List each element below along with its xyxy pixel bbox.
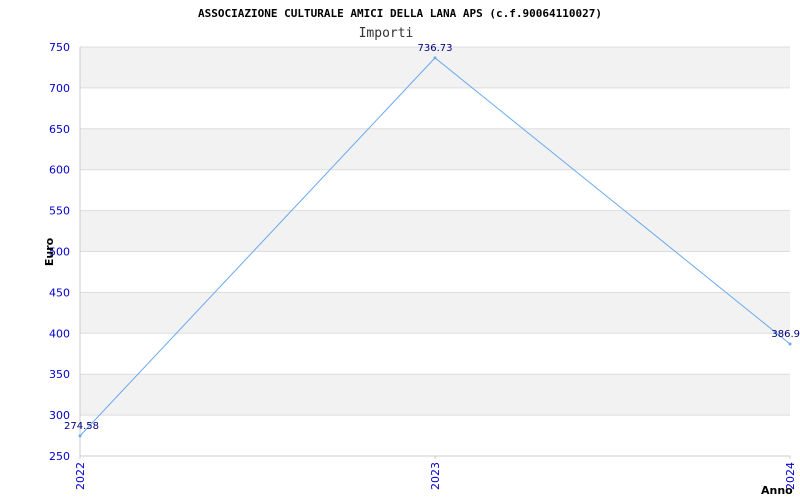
y-tick-label: 650 — [49, 123, 70, 136]
x-tick-label: 2022 — [74, 462, 87, 490]
x-axis-label: Anno — [761, 484, 793, 497]
y-tick-label: 400 — [49, 327, 70, 340]
x-tick-labels: 2022 2023 2024 — [74, 462, 797, 490]
data-label: 274.58 — [64, 421, 99, 432]
y-tick-label: 350 — [49, 368, 70, 381]
plot-band — [80, 292, 790, 334]
data-point — [788, 342, 792, 346]
data-point — [433, 56, 437, 60]
x-tick-label: 2023 — [429, 462, 442, 490]
plot-band — [80, 210, 790, 252]
plot-bands — [80, 47, 790, 416]
y-tick-label: 250 — [49, 450, 70, 463]
chart-title: ASSOCIAZIONE CULTURALE AMICI DELLA LANA … — [198, 7, 602, 20]
y-tick-label: 600 — [49, 164, 70, 177]
data-point — [78, 434, 82, 438]
y-tick-label: 550 — [49, 205, 70, 218]
plot-band — [80, 374, 790, 416]
line-chart: 250300350400450500550600650700750 2022 20… — [43, 7, 800, 497]
data-label: 386.9 — [771, 329, 800, 340]
chart-subtitle: Importi — [359, 26, 414, 41]
y-tick-label: 750 — [49, 41, 70, 54]
y-axis-label: Euro — [43, 237, 56, 266]
y-tick-label: 700 — [49, 82, 70, 95]
data-label: 736.73 — [418, 43, 453, 54]
y-tick-label: 450 — [49, 286, 70, 299]
plot-band — [80, 128, 790, 170]
